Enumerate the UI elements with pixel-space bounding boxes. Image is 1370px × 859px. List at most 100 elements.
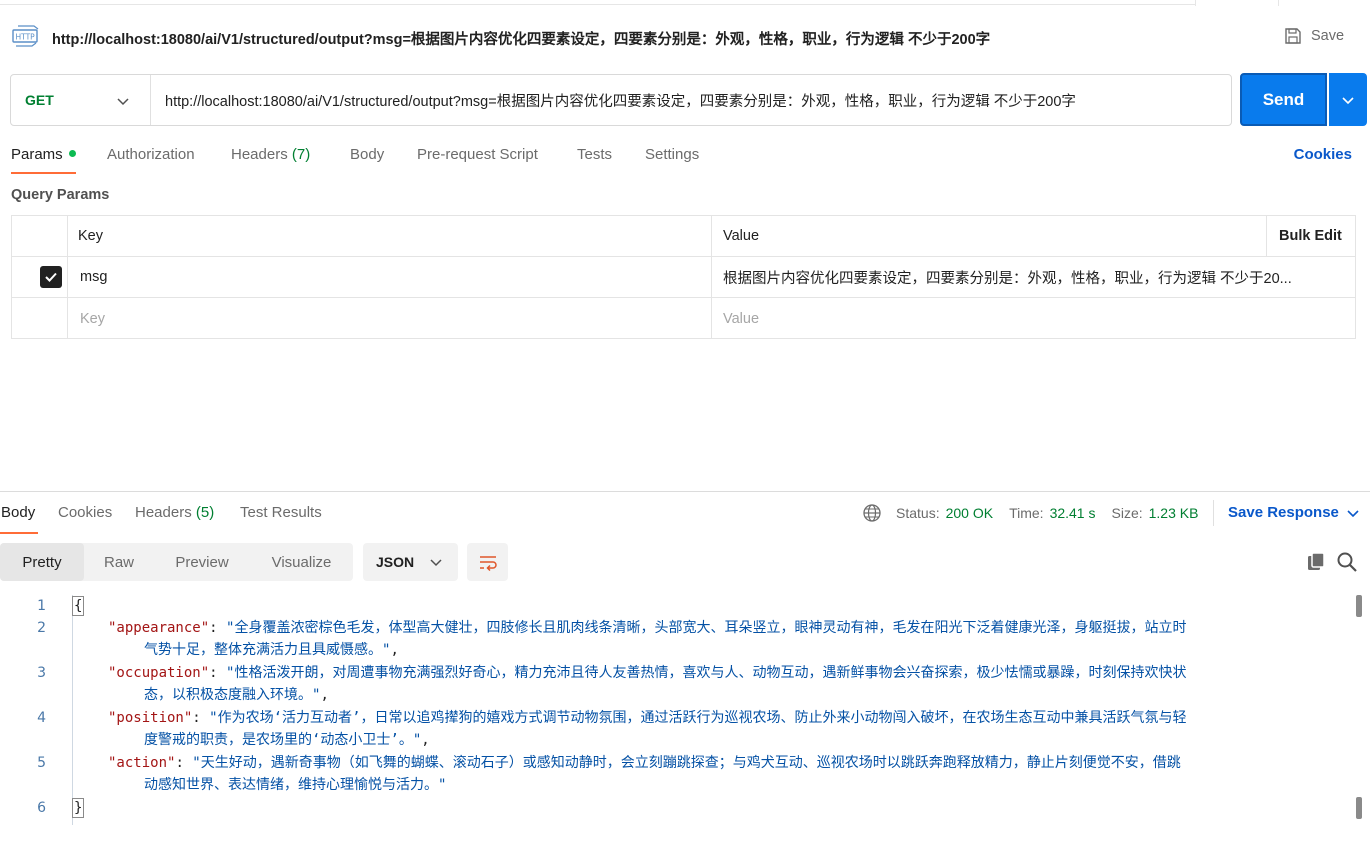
pane-divider[interactable] (0, 491, 1370, 492)
save-icon (1285, 28, 1301, 44)
response-tab-body[interactable]: Body (1, 504, 35, 521)
time-label: Time: (1009, 505, 1044, 521)
view-visualize-button[interactable]: Visualize (250, 543, 353, 581)
json-string: "性格活泼开朗，对周遭事物充满强烈好奇心，精力充沛且待人友善热情，喜欢与人、动物… (226, 665, 1187, 681)
line-number: 2 (37, 620, 46, 636)
url-bar: GET http://localhost:18080/ai/V1/structu… (10, 74, 1232, 126)
url-input[interactable]: http://localhost:18080/ai/V1/structured/… (151, 90, 1231, 111)
view-raw-button[interactable]: Raw (84, 543, 154, 581)
code-line-wrap: 动感知世界、表达情绪，维持心理愉悦与活力。" (144, 774, 446, 796)
json-key: "appearance" (108, 620, 210, 636)
request-tabs: Params Authorization Headers (7) Body Pr… (0, 140, 1370, 176)
json-key: "action" (108, 755, 176, 771)
column-divider (1266, 216, 1267, 257)
tab-headers[interactable]: Headers (7) (231, 146, 310, 163)
active-response-tab-underline (0, 532, 38, 534)
response-headers-count: (5) (195, 504, 215, 521)
line-number: 4 (37, 710, 46, 726)
meta-separator (1213, 500, 1214, 526)
tab-headers-label: Headers (231, 146, 288, 163)
status-value[interactable]: 200 OK (946, 505, 993, 521)
line-number: 1 (37, 598, 46, 614)
code-line: "appearance": "全身覆盖浓密棕色毛发，体型高大健壮，四肢修长且肌肉… (108, 620, 1187, 636)
json-string: "作为农场‘活力互动者’，日常以追鸡撵狗的嬉戏方式调节动物氛围，通过活跃行为巡视… (209, 710, 1187, 726)
bulk-edit-button[interactable]: Bulk Edit (1279, 216, 1342, 256)
column-header-value: Value (723, 228, 760, 244)
tab-prerequest-script[interactable]: Pre-request Script (417, 146, 538, 163)
send-options-button[interactable] (1329, 73, 1367, 126)
indent-guide (72, 595, 73, 825)
json-string: 动感知世界、表达情绪，维持心理愉悦与活力。" (144, 777, 447, 793)
chevron-down-icon (1342, 96, 1354, 104)
method-select[interactable]: GET (11, 75, 151, 125)
active-tab-underline (11, 172, 76, 174)
response-tab-headers[interactable]: Headers (5) (135, 504, 214, 521)
param-value-cell[interactable]: 根据图片内容优化四要素设定，四要素分别是：外观，性格，职业，行为逻辑 不少于20… (723, 257, 1323, 297)
cookies-link[interactable]: Cookies (1294, 146, 1352, 163)
param-key-cell[interactable]: msg (80, 257, 710, 297)
view-mode-group: Pretty Raw Preview Visualize (0, 543, 353, 581)
chevron-down-icon (117, 98, 129, 106)
format-label: JSON (376, 554, 415, 570)
params-active-dot (68, 149, 76, 157)
table-row: msg 根据图片内容优化四要素设定，四要素分别是：外观，性格，职业，行为逻辑 不… (12, 257, 1355, 298)
save-response-button[interactable]: Save Response (1228, 504, 1359, 521)
http-icon: HTTP (12, 25, 39, 47)
code-line-wrap: 态，以积极态度融入环境。", (144, 687, 329, 703)
size-value[interactable]: 1.23 KB (1149, 505, 1199, 521)
query-params-table: Key Value Bulk Edit msg 根据图片内容优化四要素设定，四要… (11, 215, 1356, 339)
json-key: "position" (108, 710, 193, 726)
request-title-row: HTTP http://localhost:18080/ai/V1/struct… (0, 18, 1370, 56)
json-string: 气势十足，整体充满活力且具威慑感。" (144, 642, 391, 658)
send-button[interactable]: Send (1240, 73, 1327, 126)
time-value[interactable]: 32.41 s (1050, 505, 1096, 521)
table-row-empty: Key Value (12, 298, 1355, 339)
column-header-key: Key (78, 228, 103, 244)
table-header-row: Key Value Bulk Edit (12, 216, 1355, 257)
view-pretty-button[interactable]: Pretty (0, 543, 84, 581)
top-tab-strip (0, 0, 1370, 6)
search-icon[interactable] (1336, 551, 1358, 573)
json-close-brace: } (72, 798, 85, 818)
json-string: "天生好动，遇新奇事物（如飞舞的蝴蝶、滚动石子）或感知动静时，会立刻蹦跳探查；与… (192, 755, 1181, 771)
code-line: { (72, 595, 85, 617)
tab-authorization[interactable]: Authorization (107, 146, 195, 163)
response-tab-test-results[interactable]: Test Results (240, 504, 322, 521)
wrap-lines-button[interactable] (467, 543, 508, 581)
tab-params[interactable]: Params (11, 146, 76, 163)
tab-body[interactable]: Body (350, 146, 384, 163)
json-key: "occupation" (108, 665, 210, 681)
tab-settings[interactable]: Settings (645, 146, 699, 163)
code-line: "position": "作为农场‘活力互动者’，日常以追鸡撵狗的嬉戏方式调节动… (108, 710, 1187, 726)
new-value-input[interactable]: Value (723, 298, 759, 339)
row-checkbox[interactable] (40, 257, 62, 297)
view-preview-button[interactable]: Preview (154, 543, 250, 581)
tab-tests[interactable]: Tests (577, 146, 612, 163)
new-key-input[interactable]: Key (80, 298, 105, 339)
wrap-lines-icon (479, 556, 497, 571)
response-body-code[interactable]: 1 2 3 4 5 6 { "appearance": "全身覆盖浓密棕色毛发，… (0, 595, 1362, 855)
save-button[interactable]: Save (1283, 24, 1344, 48)
headers-count: (7) (291, 146, 311, 163)
tab-params-label: Params (11, 146, 63, 163)
code-line: "action": "天生好动，遇新奇事物（如飞舞的蝴蝶、滚动石子）或感知动静时… (108, 755, 1181, 771)
save-response-label: Save Response (1228, 504, 1339, 521)
response-tabs: Body Cookies Headers (5) Test Results St… (0, 500, 1370, 536)
line-number: 5 (37, 755, 46, 771)
request-title[interactable]: http://localhost:18080/ai/V1/structured/… (52, 28, 990, 49)
scrollbar-thumb[interactable] (1356, 595, 1362, 617)
svg-text:HTTP: HTTP (16, 33, 36, 42)
format-select[interactable]: JSON (363, 543, 458, 581)
size-label: Size: (1111, 505, 1143, 521)
response-tab-cookies[interactable]: Cookies (58, 504, 112, 521)
query-params-title: Query Params (11, 187, 110, 203)
scrollbar-thumb[interactable] (1356, 797, 1362, 819)
globe-icon[interactable] (862, 503, 882, 523)
json-string: 态，以积极态度融入环境。" (144, 687, 321, 703)
tab-strip-border (0, 4, 1195, 5)
chevron-down-icon (430, 559, 442, 567)
copy-icon[interactable] (1305, 551, 1327, 573)
chevron-down-icon (1347, 509, 1359, 517)
save-label: Save (1311, 28, 1345, 44)
column-divider (67, 216, 68, 338)
